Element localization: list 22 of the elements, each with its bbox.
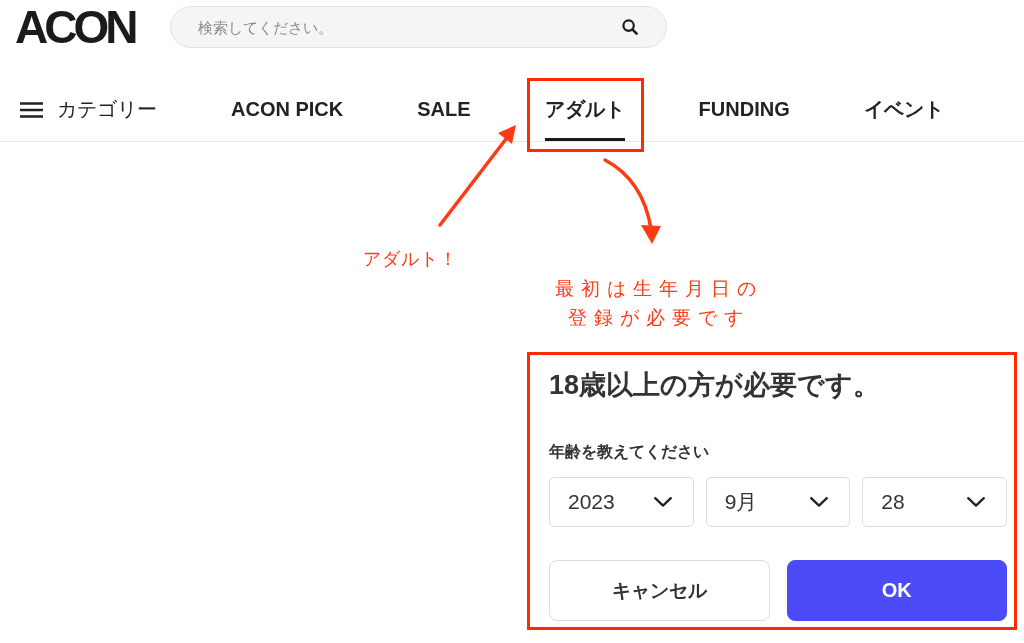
menu-icon [20,101,43,118]
annotation-text: 最初は生年月日の登録が必要です [554,277,764,330]
chevron-down-icon [653,497,672,507]
chevron-down-icon [967,497,985,507]
date-dropdown[interactable]: 9月 [705,477,851,527]
chevron-down-icon [810,497,829,507]
ok-button[interactable]: OK [786,560,1007,621]
date-dropdown[interactable]: 28 [862,477,1007,527]
dialog-title: 18歳以上の方が必要です。 [549,369,882,402]
search-field[interactable]: 検索してください。 [170,6,668,48]
nav-tab[interactable]: FUNDING [698,78,790,141]
nav-tab[interactable]: アダルト [544,78,625,141]
date-dropdown[interactable]: 2023 [549,477,694,527]
nav-tab[interactable]: SALE [417,78,471,141]
field-label: 年齢を教えてください [549,442,710,462]
category-menu-button[interactable]: カテゴリー [20,78,157,141]
brand-logo[interactable]: ACON [15,4,139,50]
nav-tab[interactable]: イベント [863,78,944,141]
cancel-button[interactable]: キャンセル [549,560,770,621]
nav-tab[interactable]: ACON PICK [231,78,344,141]
search-icon [622,19,639,35]
annotation-text: アダルト！ [363,248,458,271]
